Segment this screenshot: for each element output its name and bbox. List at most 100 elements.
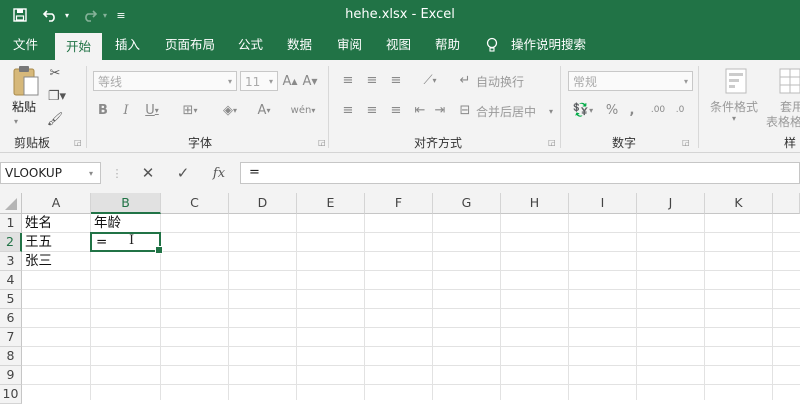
- wrap-text-button[interactable]: 自动换行: [476, 73, 524, 90]
- formula-input[interactable]: =: [240, 162, 800, 184]
- column-header[interactable]: B: [91, 193, 161, 214]
- number-format-select[interactable]: 常规 ▾: [568, 71, 693, 91]
- column-header[interactable]: I: [569, 193, 637, 214]
- alignment-launcher-icon[interactable]: ◲: [548, 138, 556, 147]
- paste-dropdown-icon[interactable]: ▾: [14, 117, 18, 126]
- percent-style-icon[interactable]: %: [604, 102, 620, 118]
- fill-color-icon[interactable]: ◈ ▾: [216, 100, 244, 120]
- number-launcher-icon[interactable]: ◲: [682, 138, 690, 147]
- italic-icon[interactable]: I: [119, 100, 133, 120]
- styles-group-label: 样: [784, 136, 797, 150]
- align-right-icon[interactable]: ≡: [388, 102, 404, 118]
- paste-icon[interactable]: [8, 64, 44, 98]
- cell-a1[interactable]: 姓名: [22, 214, 91, 233]
- select-all-corner[interactable]: [0, 193, 22, 214]
- tell-me-search[interactable]: 操作说明搜索: [500, 30, 597, 60]
- font-name-select[interactable]: 等线 ▾: [93, 71, 237, 91]
- increase-decimal-icon[interactable]: .00: [648, 102, 668, 118]
- merge-dropdown-icon[interactable]: ▾: [546, 103, 556, 119]
- conditional-formatting-button[interactable]: 条件格式: [710, 98, 758, 115]
- copy-icon[interactable]: ❐▾: [46, 87, 68, 105]
- cell-a3[interactable]: 张三: [22, 252, 91, 271]
- column-header[interactable]: E: [297, 193, 365, 214]
- top-align-icon[interactable]: ≡: [340, 72, 356, 88]
- merge-center-button[interactable]: 合并后居中: [476, 103, 536, 120]
- borders-icon[interactable]: ⊞ ▾: [175, 100, 205, 120]
- cut-icon[interactable]: ✂: [46, 64, 64, 82]
- tab-data[interactable]: 数据: [276, 30, 323, 60]
- row-header[interactable]: 5: [0, 290, 22, 309]
- column-header-partial[interactable]: [773, 193, 800, 214]
- active-cell-border[interactable]: =: [90, 232, 163, 254]
- tab-insert[interactable]: 插入: [104, 30, 151, 60]
- underline-icon[interactable]: U ▾: [140, 100, 164, 120]
- align-left-icon[interactable]: ≡: [340, 102, 356, 118]
- row-header[interactable]: 7: [0, 328, 22, 347]
- enter-icon[interactable]: ✓: [173, 164, 193, 182]
- tab-file[interactable]: 文件: [2, 30, 49, 60]
- drag-handle-icon[interactable]: ⋮: [112, 165, 123, 181]
- conditional-dropdown-icon[interactable]: ▾: [732, 114, 736, 123]
- row-header[interactable]: 4: [0, 271, 22, 290]
- cancel-icon[interactable]: ✕: [138, 164, 158, 182]
- clipboard-launcher-icon[interactable]: ◲: [74, 138, 82, 147]
- row-header[interactable]: 9: [0, 366, 22, 385]
- worksheet-grid[interactable]: A B C D E F G H I J K 1 2 3 4 5 6 7 8 9 …: [0, 193, 800, 404]
- row-header[interactable]: 3: [0, 252, 22, 271]
- decrease-indent-icon[interactable]: ⇤: [412, 102, 428, 118]
- font-launcher-icon[interactable]: ◲: [318, 138, 326, 147]
- tab-page-layout[interactable]: 页面布局: [154, 30, 226, 60]
- cell-a2[interactable]: 王五: [22, 233, 91, 252]
- column-header[interactable]: D: [229, 193, 297, 214]
- orientation-icon[interactable]: ⟋ ▾: [416, 72, 444, 88]
- row-header[interactable]: 1: [0, 214, 22, 233]
- tab-home[interactable]: 开始: [55, 33, 103, 60]
- text-cursor-icon: I: [129, 233, 135, 248]
- middle-align-icon[interactable]: ≡: [364, 72, 380, 88]
- tab-help[interactable]: 帮助: [424, 30, 471, 60]
- paste-label[interactable]: 粘贴: [12, 98, 36, 115]
- cell-b2[interactable]: =: [93, 233, 107, 252]
- accounting-format-icon[interactable]: 💱 ▾: [570, 102, 596, 118]
- fill-handle[interactable]: [155, 246, 163, 254]
- insert-function-icon[interactable]: fx: [208, 164, 230, 182]
- decrease-decimal-icon[interactable]: .0: [670, 102, 690, 118]
- font-size-select[interactable]: 11 ▾: [240, 71, 278, 91]
- row-header[interactable]: 2: [0, 233, 22, 252]
- column-header[interactable]: J: [637, 193, 705, 214]
- increase-indent-icon[interactable]: ⇥: [432, 102, 448, 118]
- row-header[interactable]: 6: [0, 309, 22, 328]
- merge-center-icon[interactable]: ⊟: [457, 102, 473, 118]
- conditional-formatting-icon[interactable]: [722, 66, 750, 96]
- align-center-icon[interactable]: ≡: [364, 102, 380, 118]
- bold-icon[interactable]: B: [96, 100, 110, 120]
- column-header[interactable]: F: [365, 193, 433, 214]
- number-group-label: 数字: [612, 136, 637, 150]
- format-painter-icon[interactable]: 🖌: [46, 110, 64, 128]
- row-header[interactable]: 10: [0, 385, 22, 404]
- row-header[interactable]: 8: [0, 347, 22, 366]
- grow-font-icon[interactable]: A ▲: [282, 72, 298, 90]
- column-header[interactable]: A: [22, 193, 91, 214]
- font-color-icon[interactable]: A ▾: [250, 100, 278, 120]
- window-title: hehe.xlsx - Excel: [345, 7, 455, 22]
- formula-bar: VLOOKUP ▾ ⋮ ✕ ✓ fx =: [0, 153, 800, 194]
- name-box-dropdown-icon[interactable]: ▾: [84, 165, 98, 181]
- shrink-font-icon[interactable]: A ▼: [302, 72, 318, 90]
- tab-review[interactable]: 审阅: [326, 30, 373, 60]
- column-header[interactable]: G: [433, 193, 501, 214]
- comma-style-icon[interactable]: ,: [624, 102, 640, 118]
- tab-view[interactable]: 视图: [375, 30, 422, 60]
- column-header[interactable]: C: [161, 193, 229, 214]
- cell-b1[interactable]: 年龄: [91, 214, 161, 233]
- phonetic-icon[interactable]: wén ▾: [288, 98, 318, 122]
- tab-formulas[interactable]: 公式: [227, 30, 274, 60]
- ribbon: 粘贴 ▾ ✂ ❐▾ 🖌 剪贴板 ◲ 等线 ▾ 11 ▾ A ▲ A ▼ B I U ▾ ⊞…: [0, 60, 800, 153]
- divider: [86, 66, 87, 148]
- format-as-table-icon[interactable]: [776, 66, 800, 96]
- bottom-align-icon[interactable]: ≡: [388, 72, 404, 88]
- format-as-table-label-2[interactable]: 表格格式: [766, 113, 800, 130]
- column-header[interactable]: K: [705, 193, 773, 214]
- wrap-text-icon[interactable]: ↵: [457, 72, 473, 88]
- column-header[interactable]: H: [501, 193, 569, 214]
